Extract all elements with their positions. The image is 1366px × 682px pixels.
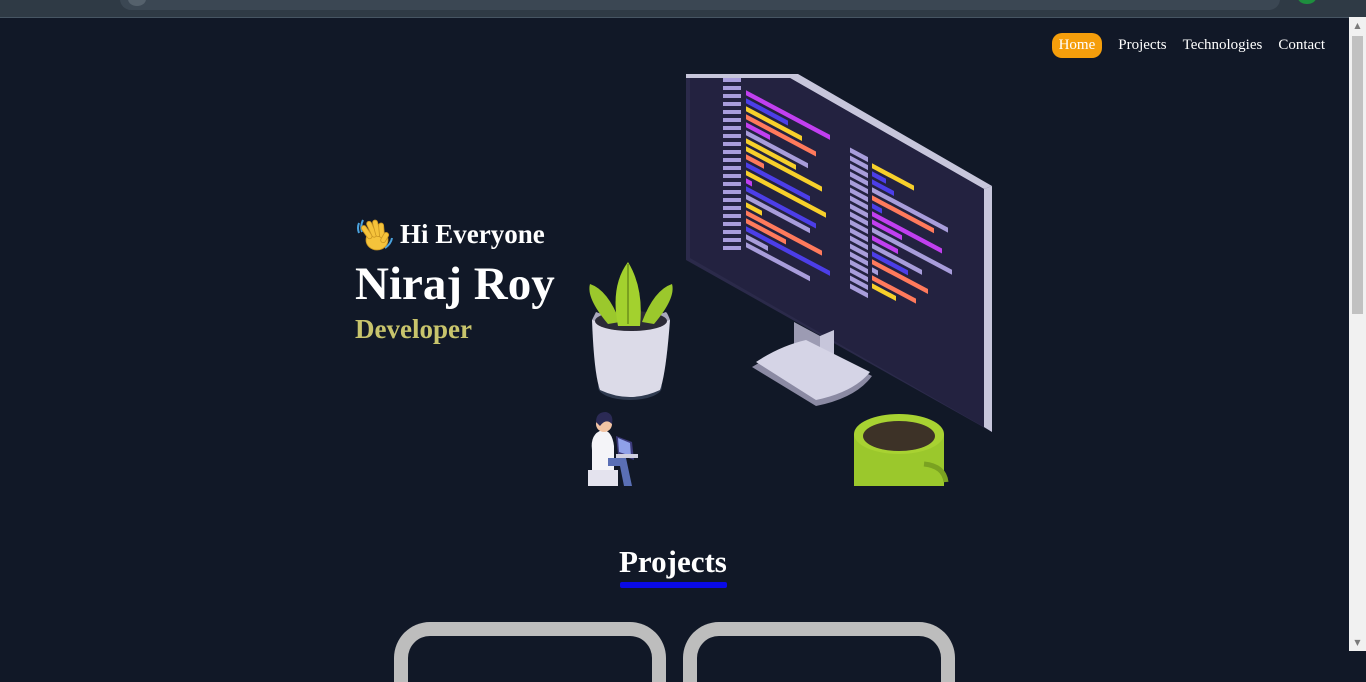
plant-icon: [589, 262, 673, 400]
hero-name: Niraj Roy: [355, 258, 555, 310]
greeting-text: Hi Everyone: [400, 218, 545, 249]
nav-projects[interactable]: Projects: [1110, 33, 1174, 58]
project-card[interactable]: [394, 622, 666, 682]
scroll-down-icon[interactable]: ▼: [1349, 634, 1366, 651]
nav-home[interactable]: Home: [1051, 33, 1103, 58]
scroll-up-icon[interactable]: ▲: [1349, 17, 1366, 34]
monitor-icon: [686, 74, 992, 432]
scrollbar-thumb[interactable]: [1352, 36, 1363, 314]
browser-toolbar: [0, 0, 1366, 18]
greeting-line: Hi Everyone: [355, 214, 555, 254]
waving-hand-icon: [357, 219, 393, 251]
main-nav: Home Projects Technologies Contact: [1051, 33, 1333, 58]
projects-heading: Projects: [619, 544, 727, 579]
extension-icon[interactable]: [1298, 0, 1316, 4]
page-scrollbar[interactable]: ▲ ▼: [1349, 17, 1366, 651]
coffee-mug-icon: [854, 414, 949, 486]
projects-underline: [620, 582, 727, 588]
address-bar[interactable]: [120, 0, 1280, 10]
person-icon: [588, 412, 638, 486]
project-card[interactable]: [683, 622, 955, 682]
developer-desk-illustration: [588, 74, 992, 486]
hero-intro: Hi Everyone Niraj Roy Developer: [355, 214, 555, 345]
hero-role: Developer: [355, 314, 472, 344]
nav-technologies[interactable]: Technologies: [1175, 33, 1271, 58]
nav-contact[interactable]: Contact: [1270, 33, 1333, 58]
